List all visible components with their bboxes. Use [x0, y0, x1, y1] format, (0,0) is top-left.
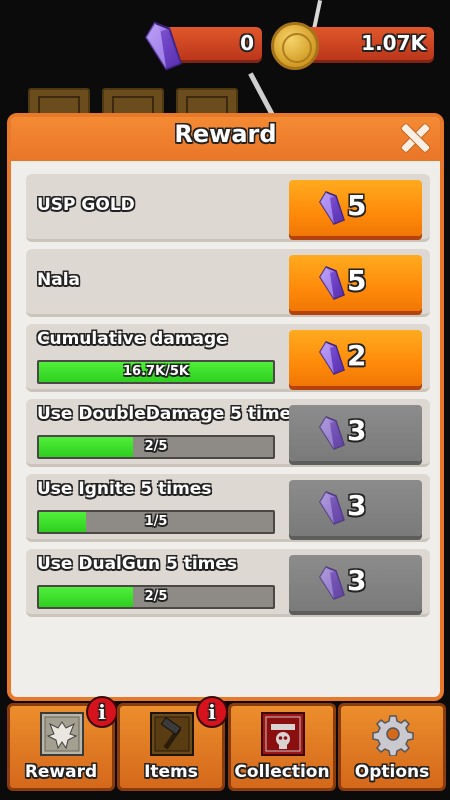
notification-badge: i [196, 696, 228, 728]
claim-reward-button[interactable]: 2 [289, 330, 422, 386]
reward-label: Use Ignite 5 times [37, 479, 212, 499]
nav-reward-label: Reward [24, 762, 98, 782]
skull-banner-icon [261, 712, 305, 756]
reward-label: USP GOLD [37, 195, 135, 215]
progress-bar: 2/5 [37, 585, 275, 609]
reward-panel: Reward USP GOLD 5 Nala 5 Cumulative damage 16… [7, 113, 444, 701]
reward-row: Use Ignite 5 times 1/5 3 [26, 474, 430, 542]
reward-row: Nala 5 [26, 249, 430, 317]
nav-items-button[interactable]: Items i [117, 696, 228, 791]
gold-amount: 1.07K [361, 31, 426, 55]
close-icon[interactable] [400, 123, 430, 153]
crystal-icon [138, 20, 186, 72]
reward-label: Use DualGun 5 times [37, 554, 238, 574]
reward-amount: 3 [347, 414, 367, 447]
reward-row: Use DualGun 5 times 2/5 3 [26, 549, 430, 617]
claim-reward-button-disabled[interactable]: 3 [289, 480, 422, 536]
reward-row: USP GOLD 5 [26, 174, 430, 242]
claim-reward-button-disabled[interactable]: 3 [289, 555, 422, 611]
nav-collection-button[interactable]: Collection [228, 703, 336, 791]
gear-icon [372, 715, 414, 756]
crystal-icon [316, 340, 346, 376]
top-hud: 0 1.07K [0, 0, 450, 90]
progress-text: 16.7K/5K [122, 364, 189, 379]
reward-row: Use DoubleDamage 5 times 2/5 3 [26, 399, 430, 467]
notification-badge: i [86, 696, 118, 728]
reward-amount: 5 [347, 189, 367, 222]
progress-bar: 16.7K/5K [37, 360, 275, 384]
nav-items-label: Items [144, 762, 198, 782]
bottom-nav: Reward i Items i Collection Options [0, 696, 450, 800]
reward-amount: 5 [347, 264, 367, 297]
nav-options-label: Options [354, 762, 430, 782]
progress-text: 2/5 [144, 439, 168, 454]
nav-options-button[interactable]: Options [338, 703, 446, 791]
reward-amount: 2 [347, 339, 367, 372]
crystal-icon [316, 190, 346, 226]
reward-row: Cumulative damage 16.7K/5K 2 [26, 324, 430, 392]
crystal-icon [316, 415, 346, 451]
panel-header: Reward [11, 117, 440, 161]
claim-reward-button-disabled[interactable]: 3 [289, 405, 422, 461]
claim-reward-button[interactable]: 5 [289, 255, 422, 311]
progress-bar: 1/5 [37, 510, 275, 534]
progress-text: 1/5 [144, 514, 168, 529]
reward-label: Nala [37, 270, 80, 290]
eagle-emblem-icon [40, 712, 84, 756]
gem-count: 0 [240, 31, 254, 55]
reward-label: Cumulative damage [37, 329, 228, 349]
claim-reward-button[interactable]: 5 [289, 180, 422, 236]
gold-counter: 1.07K [300, 27, 434, 63]
crystal-icon [316, 565, 346, 601]
reward-amount: 3 [347, 489, 367, 522]
progress-text: 2/5 [144, 589, 168, 604]
panel-title: Reward [174, 120, 277, 148]
background-line [311, 0, 323, 31]
reward-label: Use DoubleDamage 5 times [37, 404, 302, 424]
nav-collection-label: Collection [234, 762, 330, 782]
reward-amount: 3 [347, 564, 367, 597]
gold-coin-icon [271, 22, 319, 70]
crystal-icon [316, 490, 346, 526]
progress-bar: 2/5 [37, 435, 275, 459]
crystal-icon [316, 265, 346, 301]
nav-reward-button[interactable]: Reward i [7, 696, 118, 791]
hammer-icon [150, 712, 194, 756]
